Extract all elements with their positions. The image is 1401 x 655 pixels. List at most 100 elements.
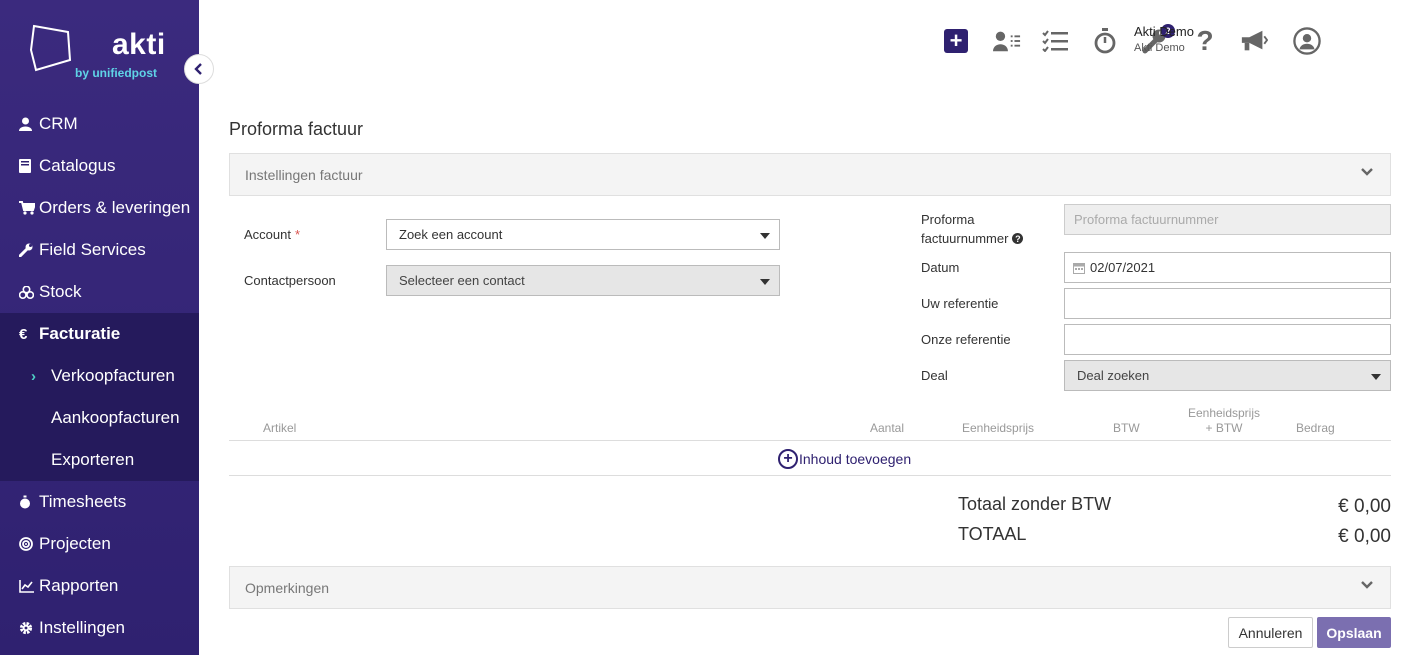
- col-header-article: Artikel: [263, 421, 297, 435]
- account-select-text: Zoek een account: [399, 227, 503, 242]
- nav-label: Verkoopfacturen: [51, 366, 175, 385]
- page-title: Proforma factuur: [229, 119, 364, 139]
- subtotal-label: Totaal zonder BTW: [958, 494, 1112, 514]
- nav-item-verkoopfacturen[interactable]: › Verkoopfacturen: [0, 355, 199, 397]
- nav-item-field-services[interactable]: Field Services: [0, 229, 199, 271]
- account-label-text: Account: [244, 227, 291, 242]
- nav-item-facturatie[interactable]: € Facturatie: [0, 313, 199, 355]
- megaphone-icon[interactable]: [1240, 27, 1268, 55]
- contact-label: Contactpersoon: [244, 273, 336, 288]
- logo-shape-icon: [29, 24, 72, 72]
- col-header-unit-price-vat-line2: + BTW: [1205, 421, 1243, 435]
- nav-item-instellingen[interactable]: Instellingen: [0, 607, 199, 649]
- date-value: 02/07/2021: [1090, 260, 1156, 275]
- date-label: Datum: [921, 260, 960, 275]
- contact-select[interactable]: Selecteer een contact: [386, 265, 780, 296]
- table-header-divider: [229, 440, 1391, 441]
- nav-item-exporteren[interactable]: Exporteren: [0, 439, 199, 481]
- total-value: € 0,00: [1338, 526, 1391, 547]
- facturatie-submenu: › Verkoopfacturen Aankoopfacturen Export…: [0, 355, 199, 481]
- account-select[interactable]: Zoek een account: [386, 219, 780, 250]
- user-avatar-icon[interactable]: [1293, 27, 1321, 55]
- nav-label: Projecten: [39, 534, 111, 553]
- deal-label: Deal: [921, 368, 948, 383]
- user-icon: [19, 117, 39, 131]
- nav-label: CRM: [39, 114, 78, 133]
- our-reference-input[interactable]: [1064, 324, 1391, 355]
- col-header-unit-price-vat: Eenheidsprijs + BTW: [1180, 406, 1268, 436]
- caret-down-icon: [760, 233, 770, 239]
- proforma-number-label: Proforma factuurnummer ?: [921, 212, 1024, 246]
- tasks-checklist-icon[interactable]: [1041, 27, 1069, 55]
- required-marker: *: [294, 227, 301, 242]
- stopwatch-icon[interactable]: [1091, 27, 1119, 55]
- panel-label: Opmerkingen: [245, 579, 330, 596]
- akti-logo[interactable]: akti by unifiedpost: [28, 22, 178, 82]
- deal-select-text: Deal zoeken: [1077, 368, 1150, 383]
- our-reference-label: Onze referentie: [921, 332, 1011, 347]
- proforma-number-placeholder: Proforma factuurnummer: [1074, 212, 1219, 227]
- proforma-label-line1: Proforma: [921, 212, 975, 227]
- your-reference-input[interactable]: [1064, 288, 1391, 319]
- quick-add-button[interactable]: +: [944, 29, 968, 53]
- nav-item-rapporten[interactable]: Rapporten: [0, 565, 199, 607]
- chevron-left-icon: [194, 63, 202, 75]
- contact-select-text: Selecteer een contact: [399, 273, 525, 288]
- chart-icon: [19, 579, 39, 593]
- nav-item-projecten[interactable]: Projecten: [0, 523, 199, 565]
- add-content-button[interactable]: + Inhoud toevoegen: [778, 449, 911, 469]
- nav-item-catalogus[interactable]: Catalogus: [0, 145, 199, 187]
- settings-panel-toggle[interactable]: Instellingen factuur: [229, 153, 1391, 196]
- account-label: Account *: [244, 227, 300, 242]
- col-header-unit-price: Eenheidsprijs: [962, 421, 1035, 435]
- your-reference-label: Uw referentie: [921, 296, 999, 311]
- cancel-button[interactable]: Annuleren: [1228, 617, 1313, 648]
- book-icon: [19, 159, 39, 173]
- panel-label: Instellingen factuur: [245, 166, 363, 183]
- date-input[interactable]: 02/07/2021: [1064, 252, 1391, 283]
- save-button[interactable]: Opslaan: [1317, 617, 1391, 648]
- nav-label: Rapporten: [39, 576, 119, 595]
- cart-icon: [19, 201, 39, 215]
- cubes-icon: [19, 285, 39, 299]
- col-header-amount: Bedrag: [1296, 421, 1335, 435]
- user-company: Akti Demo: [1134, 42, 1185, 54]
- deal-select[interactable]: Deal zoeken: [1064, 360, 1391, 391]
- proforma-label-line2: factuurnummer: [921, 231, 1009, 246]
- caret-down-icon: [1371, 374, 1381, 380]
- wrench-icon: [19, 243, 39, 257]
- col-header-quantity: Aantal: [870, 421, 905, 435]
- nav-item-orders[interactable]: Orders & leveringen: [0, 187, 199, 229]
- nav-label: Catalogus: [39, 156, 116, 175]
- main-nav: CRM Catalogus Orders & leveringen Field …: [0, 103, 199, 649]
- calendar-icon: [1073, 262, 1085, 274]
- subtotal-value: € 0,00: [1338, 496, 1391, 517]
- chevron-down-icon: [1361, 168, 1373, 176]
- target-icon: [19, 537, 39, 551]
- nav-label: Stock: [39, 282, 82, 301]
- user-name[interactable]: Akti Demo: [1134, 24, 1194, 39]
- table-footer-divider: [229, 475, 1391, 476]
- proforma-label-line2-wrap: factuurnummer ?: [921, 231, 1024, 246]
- nav-item-aankoopfacturen[interactable]: Aankoopfacturen: [0, 397, 199, 439]
- help-icon[interactable]: ?: [1191, 25, 1219, 56]
- nav-item-stock[interactable]: Stock: [0, 271, 199, 313]
- stopwatch-icon: [19, 495, 39, 509]
- nav-item-crm[interactable]: CRM: [0, 103, 199, 145]
- total-label: TOTAAL: [958, 524, 1027, 544]
- proforma-number-input[interactable]: Proforma factuurnummer: [1064, 204, 1391, 235]
- nav-item-timesheets[interactable]: Timesheets: [0, 481, 199, 523]
- chevron-right-icon: ›: [31, 368, 36, 385]
- add-content-label: Inhoud toevoegen: [799, 451, 912, 467]
- remarks-panel-toggle[interactable]: Opmerkingen: [229, 566, 1391, 609]
- contacts-list-icon[interactable]: [993, 27, 1021, 55]
- gear-icon: [19, 621, 39, 635]
- col-header-vat: BTW: [1113, 421, 1140, 435]
- nav-label: Timesheets: [39, 492, 127, 511]
- nav-label: Facturatie: [39, 324, 121, 343]
- help-circle-icon[interactable]: ?: [1012, 233, 1024, 244]
- brand-tagline: by unifiedpost: [75, 66, 157, 80]
- nav-label: Aankoopfacturen: [51, 408, 180, 427]
- brand-name: akti: [112, 28, 166, 61]
- collapse-sidebar-button[interactable]: [184, 54, 214, 84]
